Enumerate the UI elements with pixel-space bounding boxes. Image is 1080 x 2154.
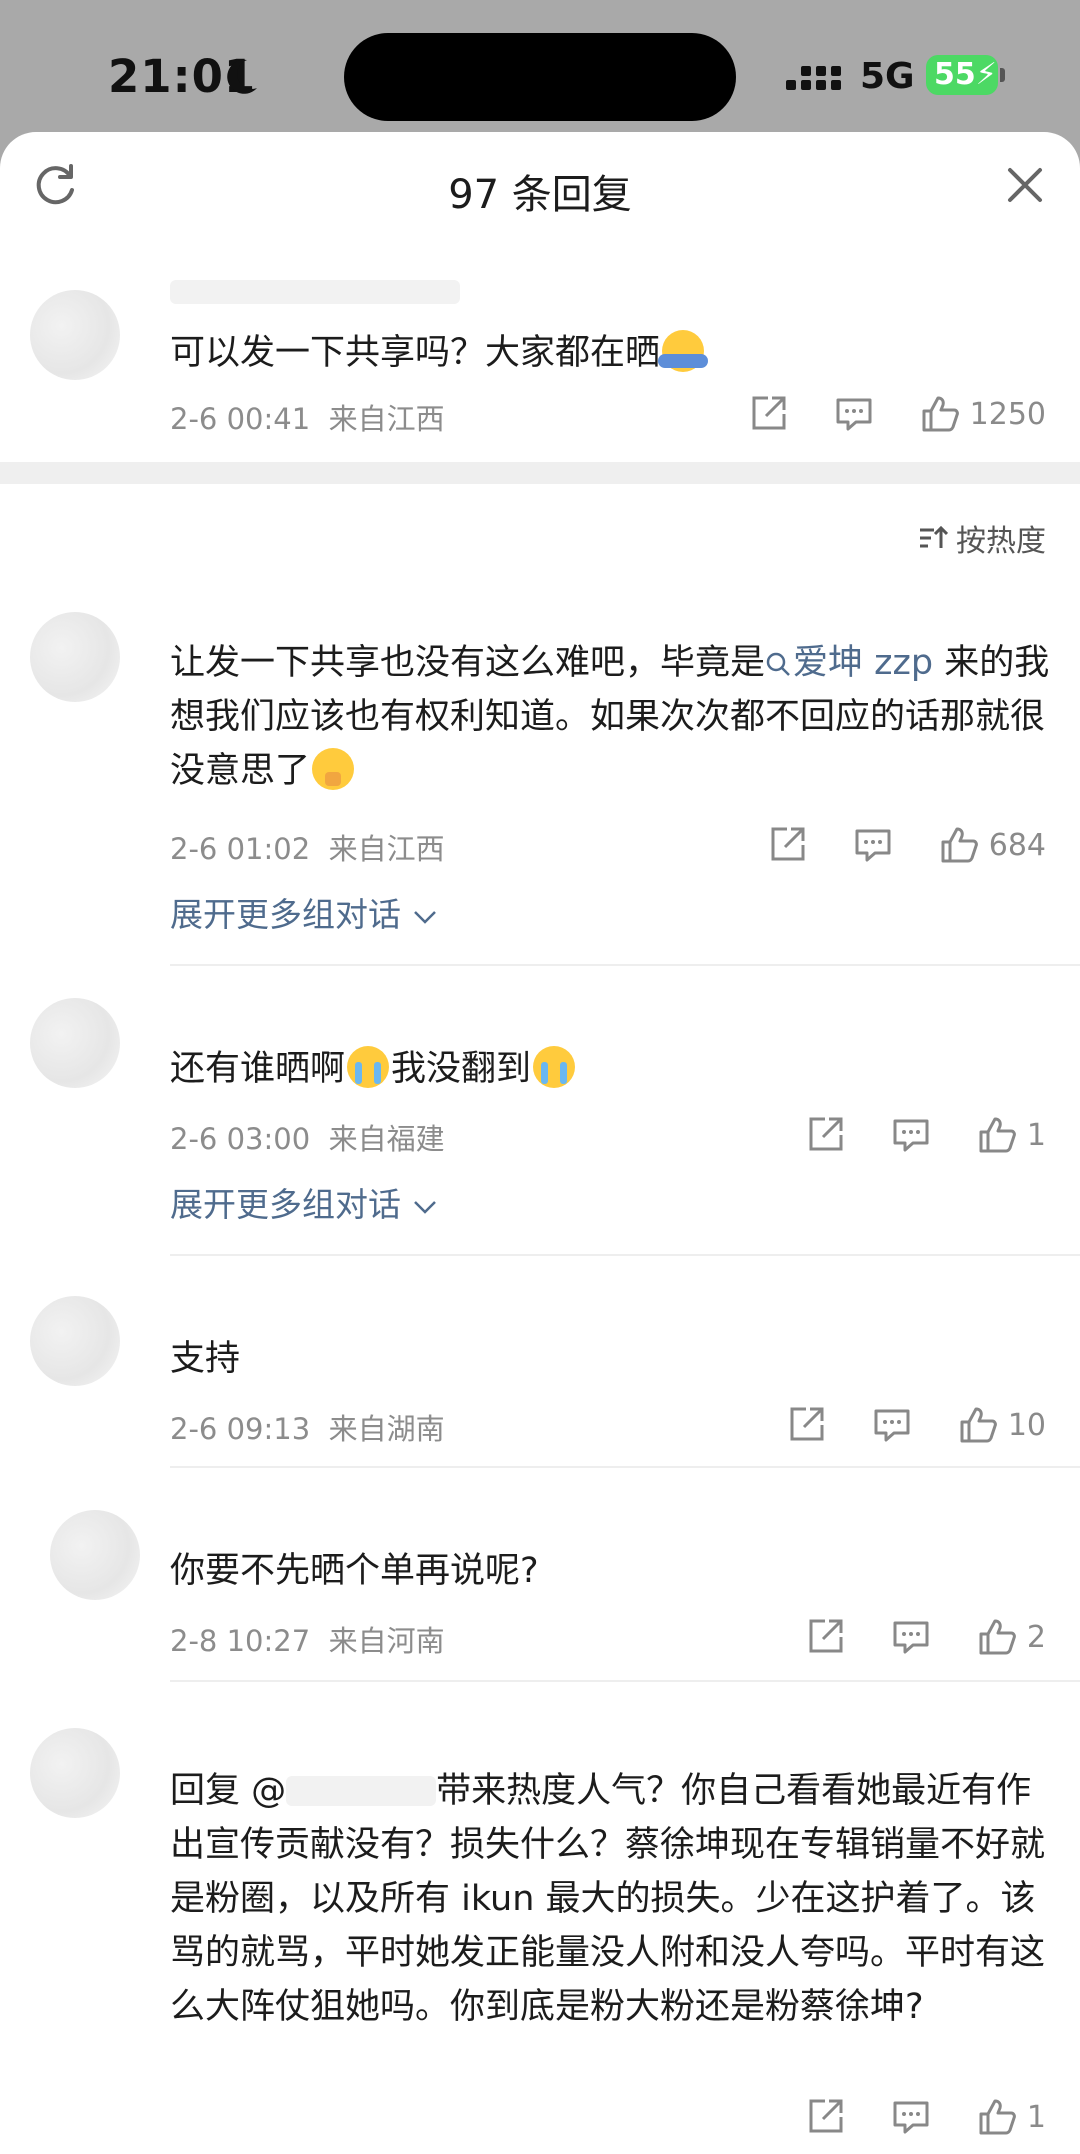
like-icon[interactable]: [977, 1115, 1017, 1155]
username-obscured: [286, 1776, 437, 1806]
comment-meta: 2-6 00:41 来自江西: [170, 396, 445, 438]
comment-text: 回复 @ 带来热度人气？你自己看看她最近有作出宣传贡献没有？损失什么？蔡徐坤现在专…: [170, 1771, 1046, 2027]
like-count: 2: [1026, 1619, 1046, 1655]
comment-meta: 2-6 09:13 来自湖南: [170, 1406, 445, 1448]
hug-emoji-icon: [658, 330, 709, 372]
avatar[interactable]: [30, 612, 120, 702]
comment-text: 你要不先晒个单再说呢?: [170, 1551, 539, 1591]
avatar[interactable]: [30, 1728, 120, 1818]
comment-text: 还有谁晒啊 我没翻到: [170, 1042, 1050, 1096]
top-comment: 可以发一下共享吗？大家都在晒 2-6 00:41 来自江西 1250: [0, 132, 1080, 462]
moon-icon: [227, 59, 257, 94]
comment-meta: 2-6 01:02 来自江西: [170, 826, 445, 868]
like-count: 684: [988, 827, 1046, 863]
comment-meta: 2-8 10:27 来自河南: [170, 1618, 445, 1660]
comment-date: 2-6 01:02: [170, 832, 311, 866]
share-icon[interactable]: [805, 1617, 845, 1657]
comment-meta: 2-6 03:00 来自福建: [170, 1116, 445, 1158]
sort-label: 按热度: [956, 524, 1046, 559]
comment-actions: 10: [740, 1403, 1046, 1447]
avatar[interactable]: [30, 998, 120, 1088]
comment-text: 支持: [170, 1339, 241, 1379]
comment-date: 2-8 10:27: [170, 1624, 311, 1658]
comment-date: 2-6 00:41: [170, 402, 311, 436]
comment-icon[interactable]: [834, 394, 874, 434]
battery-tip: [1000, 68, 1005, 82]
like-count: 1: [1026, 1117, 1046, 1153]
chevron-down-icon: [413, 1201, 436, 1214]
search-icon: [766, 652, 790, 676]
comment-location: 来自江西: [328, 402, 445, 436]
battery-level: 55: [934, 57, 976, 92]
expand-conversation-link[interactable]: 展开更多组对话: [170, 888, 438, 936]
battery-icon: 55⚡: [926, 55, 998, 95]
share-icon[interactable]: [786, 1405, 826, 1445]
comment-actions: 1250: [702, 392, 1046, 436]
signal-icon: [786, 66, 841, 90]
comment-actions: 1: [759, 2095, 1046, 2139]
divider: [170, 1254, 1080, 1256]
comment-location: 来自河南: [328, 1624, 445, 1658]
share-icon[interactable]: [767, 825, 807, 865]
sort-toggle[interactable]: 按热度: [918, 516, 1046, 560]
comment-icon[interactable]: [891, 1115, 931, 1155]
comment-icon[interactable]: [853, 825, 893, 865]
like-icon[interactable]: [920, 394, 960, 434]
avatar[interactable]: [50, 1510, 140, 1600]
like-icon[interactable]: [939, 825, 979, 865]
chevron-down-icon: [413, 911, 436, 924]
divider: [170, 1680, 1080, 1682]
comment-text: 可以发一下共享吗？大家都在晒: [170, 326, 1050, 380]
like-count: 1: [1026, 2099, 1046, 2135]
comment-location: 来自福建: [328, 1122, 445, 1156]
comment-icon[interactable]: [872, 1405, 912, 1445]
comment-date: 2-6 03:00: [170, 1122, 311, 1156]
divider: [170, 964, 1080, 966]
avatar[interactable]: [30, 290, 120, 380]
expand-conversation-link[interactable]: 展开更多组对话: [170, 1178, 438, 1226]
comment-text: 让发一下共享也没有这么难吧，毕竟是 爱坤 zzp 来的我想我们应该也有权利知道。如…: [170, 643, 1050, 791]
avatar[interactable]: [30, 1296, 120, 1386]
comment-icon[interactable]: [891, 1617, 931, 1657]
comment-actions: 684: [721, 823, 1046, 867]
like-icon[interactable]: [977, 2097, 1017, 2137]
replies-sheet: 97 条回复 可以发一下共享吗？大家都在晒 2-6 00:41 来自江西 125…: [0, 132, 1080, 2154]
share-icon[interactable]: [748, 394, 788, 434]
crying-emoji-icon: [533, 1046, 576, 1088]
comment-icon[interactable]: [891, 2097, 931, 2137]
like-count: 10: [1007, 1407, 1046, 1443]
status-bar: 21:01 5G 55⚡: [0, 0, 1080, 140]
divider: [170, 1466, 1080, 1468]
share-icon[interactable]: [805, 2097, 845, 2137]
like-icon[interactable]: [958, 1405, 998, 1445]
dynamic-island: [344, 33, 736, 121]
network-label: 5G: [860, 56, 915, 97]
username-obscured: [170, 280, 460, 304]
comment-actions: 2: [759, 1615, 1046, 1659]
comment-date: 2-6 09:13: [170, 1412, 311, 1446]
mention-link[interactable]: 爱坤 zzp: [765, 643, 933, 683]
share-icon[interactable]: [805, 1115, 845, 1155]
comment-location: 来自江西: [328, 832, 445, 866]
like-count: 1250: [969, 396, 1046, 432]
comment-actions: 1: [759, 1113, 1046, 1157]
comment-location: 来自湖南: [328, 1412, 445, 1446]
like-icon[interactable]: [977, 1617, 1017, 1657]
section-gap: [0, 462, 1080, 484]
crying-emoji-icon: [347, 1046, 390, 1088]
sort-icon: [920, 525, 948, 548]
pleading-emoji-icon: [312, 748, 355, 790]
